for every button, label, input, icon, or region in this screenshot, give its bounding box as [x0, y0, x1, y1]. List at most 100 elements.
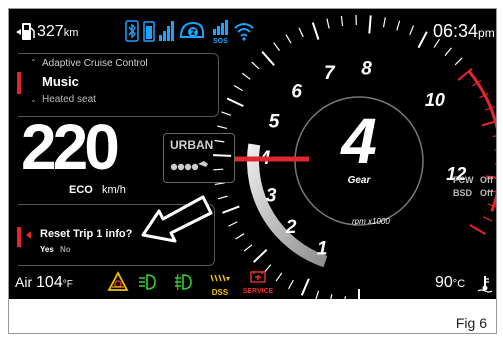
air-temp-unit: °F: [62, 279, 73, 290]
tach-tick: [444, 47, 452, 57]
tach-tick: [454, 57, 463, 66]
fuel-range-value: 327: [37, 23, 64, 40]
fcw-label: FCW: [453, 175, 474, 185]
traction-control-warning-icon: [107, 271, 129, 298]
tach-tick: [243, 244, 253, 252]
tach-tick: [273, 42, 280, 52]
helmet-intercom-icon: [179, 21, 205, 46]
bsd-value: Off: [480, 188, 493, 198]
clock-time: 06:34: [433, 21, 479, 41]
tach-tick: [409, 25, 415, 36]
wifi-icon: [233, 21, 255, 46]
svg-text:SOS: SOS: [213, 38, 228, 44]
menu-current-item[interactable]: Music: [42, 74, 79, 89]
coolant-temp: 90°C: [435, 274, 465, 292]
tach-tick: [217, 125, 228, 130]
pointer-arrow-icon: [139, 189, 215, 250]
dss-label: DSS: [211, 288, 229, 297]
tach-tick: [326, 18, 330, 29]
tach-tick: [382, 17, 386, 28]
tach-label-6: 6: [291, 82, 302, 103]
dss-icon: [210, 274, 230, 282]
tach-label-8: 8: [361, 58, 372, 79]
tach-tick: [222, 205, 240, 214]
tach-tick: [233, 84, 243, 92]
figure-caption: Fig 6: [455, 315, 487, 331]
coolant-temp-value: 90: [435, 274, 453, 291]
bsd-label: BSD: [453, 188, 473, 198]
tach-tick: [217, 195, 228, 200]
coolant-temperature-icon: [477, 275, 493, 298]
coolant-temp-unit: °C: [452, 278, 466, 290]
tach-tick: [285, 34, 292, 44]
tach-tick: [469, 224, 486, 235]
gear-value: 4: [341, 105, 377, 177]
tach-label-5: 5: [269, 112, 280, 133]
gear-label: Gear: [347, 175, 371, 186]
reset-yes-option[interactable]: Yes: [40, 245, 54, 254]
clock: 06:34pm: [433, 21, 495, 42]
tach-tick: [214, 182, 225, 186]
rpm-unit-label: rpm x1000: [352, 217, 390, 226]
tach-tick: [340, 15, 344, 27]
dialog-selection-marker: [17, 227, 21, 247]
tach-tick: [311, 22, 320, 40]
tach-tick: [235, 233, 245, 240]
service-indicator: SERVICE: [236, 270, 280, 296]
service-wrench-icon: [250, 271, 266, 283]
air-label: Air: [15, 274, 33, 290]
riding-mode-panel[interactable]: URBAN: [163, 133, 235, 183]
service-label: SERVICE: [242, 288, 274, 295]
dialog-left-arrow-icon: [26, 231, 31, 239]
dss-indicator: DSS: [205, 270, 235, 297]
tach-tick: [330, 294, 333, 299]
menu-down-chevron-icon[interactable]: ⌄: [30, 95, 37, 104]
fuel-range: 327km: [37, 23, 78, 41]
tach-tick: [494, 149, 496, 151]
tach-label-10: 10: [425, 90, 445, 110]
instrument-cluster: 123456781012 327km: [9, 9, 496, 299]
bluetooth-icon: [125, 20, 139, 47]
menu-next-item[interactable]: Heated seat: [42, 94, 96, 105]
low-beam-icon: [137, 273, 159, 296]
speed-unit: km/h: [102, 184, 126, 196]
fcw-value: Off: [480, 175, 493, 185]
menu-selection-marker: [17, 72, 21, 94]
tach-tick: [251, 61, 260, 70]
tach-tick: [417, 31, 428, 49]
sos-signal-icon: SOS: [212, 20, 230, 49]
tach-tick: [300, 278, 310, 296]
fog-light-icon: [173, 273, 195, 296]
menu-up-chevron-icon[interactable]: ⌃: [30, 58, 37, 67]
speed-value: 220: [21, 111, 120, 183]
tach-tick: [253, 248, 268, 263]
rider-icon: [170, 158, 210, 177]
tach-tick: [298, 27, 304, 38]
clock-suffix: pm: [478, 26, 495, 40]
riding-mode-label: URBAN: [170, 138, 214, 152]
tach-tick: [228, 221, 238, 227]
air-temp-value: 104: [36, 274, 63, 291]
fuel-pump-icon: [15, 21, 35, 43]
tach-tick: [344, 296, 346, 299]
tach-label-7: 7: [324, 63, 336, 84]
tach-label-3: 3: [266, 185, 277, 206]
menu-scroller[interactable]: ⌃ Adaptive Cruise Control Music ⌄ Heated…: [17, 53, 219, 117]
tach-tick: [492, 135, 496, 138]
reset-trip-question: Reset Trip 1 info?: [40, 228, 133, 240]
reset-no-option[interactable]: No: [60, 245, 71, 254]
tach-tick: [315, 290, 320, 299]
fuel-range-unit: km: [63, 27, 79, 39]
tach-tick: [396, 20, 401, 31]
tach-tick: [482, 216, 493, 222]
drive-mode-label: ECO: [69, 184, 93, 196]
tach-tick: [368, 15, 372, 34]
tach-tick: [261, 51, 275, 66]
tach-tick: [226, 97, 244, 108]
phone-battery-icon: [143, 20, 155, 47]
menu-prev-item[interactable]: Adaptive Cruise Control: [42, 58, 148, 69]
signal-icon: [159, 21, 175, 46]
tach-tick: [288, 279, 294, 290]
tach-label-2: 2: [285, 217, 297, 238]
air-temp: Air 104°F: [15, 274, 73, 292]
